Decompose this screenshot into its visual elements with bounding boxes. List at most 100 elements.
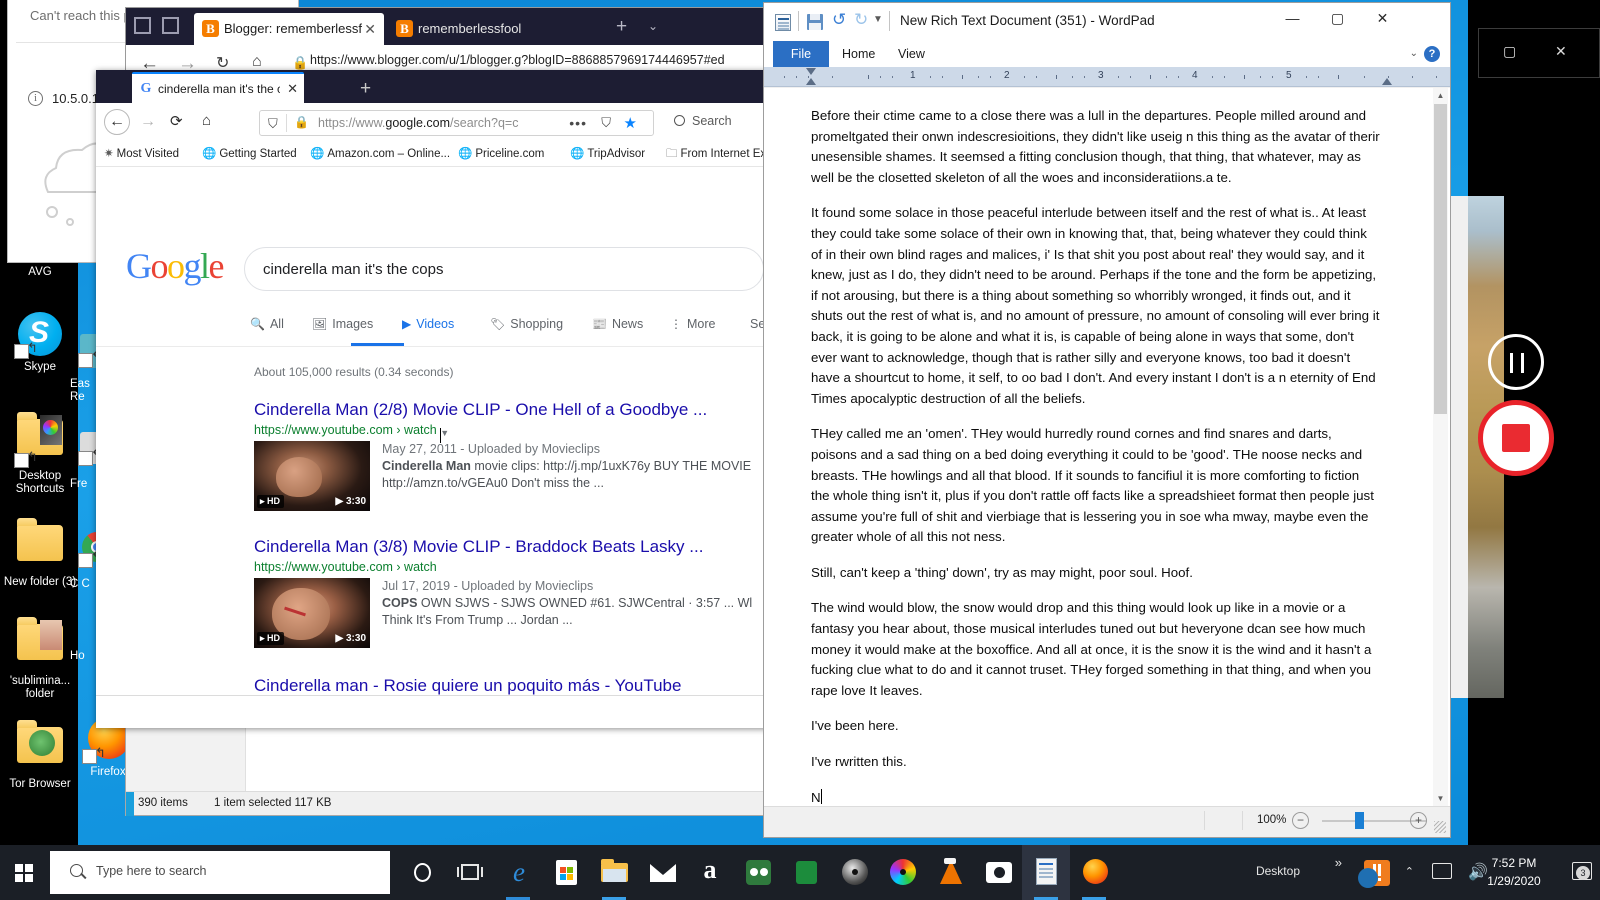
- result-title[interactable]: Cinderella man - Rosie quiere un poquito…: [254, 675, 772, 695]
- close-button[interactable]: ✕: [1555, 43, 1567, 60]
- tab-shopping[interactable]: 🏷 Shopping: [490, 317, 563, 331]
- bookmark-folder-from-ie[interactable]: 🗀 From Internet Ex: [666, 146, 766, 165]
- scrollbar-thumb[interactable]: [1434, 104, 1447, 414]
- reload-icon[interactable]: ⟳: [170, 112, 183, 130]
- close-tab-icon[interactable]: ✕: [364, 21, 376, 38]
- taskbar-microsoft-store-icon[interactable]: [542, 845, 590, 900]
- desktop-icon-desktop-shortcuts[interactable]: Desktop Shortcuts: [2, 412, 78, 496]
- forward-icon[interactable]: →: [140, 113, 156, 131]
- firefox-window[interactable]: G cinderella man it's the cops - G ✕ + ←…: [96, 70, 772, 728]
- desktop-icon-new-folder-3[interactable]: New folder (3): [2, 518, 78, 589]
- action-center-button[interactable]: 3: [1572, 862, 1594, 882]
- taskbar-vlc-icon[interactable]: [926, 845, 974, 900]
- taskbar-tripadvisor-icon[interactable]: [734, 845, 782, 900]
- new-tab-button[interactable]: +: [616, 16, 627, 38]
- help-icon[interactable]: ?: [1424, 46, 1440, 62]
- zoom-in-button[interactable]: +: [1410, 812, 1427, 829]
- page-actions-icon[interactable]: •••: [569, 115, 587, 131]
- bookmark-most-visited[interactable]: ✷ Most Visited: [104, 146, 179, 160]
- maximize-button[interactable]: ▢: [1315, 3, 1360, 33]
- taskbar-firefox-icon[interactable]: [1070, 845, 1118, 900]
- taskbar-media-player-icon[interactable]: [830, 845, 878, 900]
- taskbar-file-explorer-icon[interactable]: [590, 845, 638, 900]
- scroll-down-icon[interactable]: ▼: [1433, 791, 1448, 806]
- right-indent-marker[interactable]: [1382, 78, 1392, 85]
- start-button[interactable]: [0, 845, 50, 900]
- result-thumbnail[interactable]: ▸ HD ▶ 3:30: [254, 441, 370, 511]
- minimize-button[interactable]: —: [1270, 3, 1315, 33]
- browser-tab-rememberlessfool[interactable]: B rememberlessfool: [388, 13, 560, 45]
- taskbar-mail-icon[interactable]: [638, 845, 686, 900]
- tray-overflow-icon[interactable]: »: [1335, 855, 1342, 870]
- result-url[interactable]: https://www.youtube.com › watch: [254, 560, 772, 574]
- tray-clock[interactable]: 7:52 PM 1/29/2020: [1468, 854, 1560, 890]
- shield-icon[interactable]: ⛉: [268, 116, 278, 132]
- browser-url-text[interactable]: https://www.blogger.com/u/1/blogger.g?bl…: [310, 53, 770, 67]
- result-title[interactable]: Cinderella Man (3/8) Movie CLIP - Braddo…: [254, 536, 772, 558]
- taskbar-amazon-icon[interactable]: a: [686, 845, 734, 900]
- result-title[interactable]: Cinderella Man (2/8) Movie CLIP - One He…: [254, 399, 772, 421]
- zoom-slider-thumb[interactable]: [1355, 812, 1364, 829]
- desktop-icon-skype[interactable]: S Skype: [2, 310, 78, 374]
- hanging-indent-marker[interactable]: [806, 78, 816, 85]
- zoom-out-button[interactable]: −: [1292, 812, 1309, 829]
- pocket-icon[interactable]: ⛉: [601, 115, 611, 131]
- bookmark-tripadvisor[interactable]: 🌐 TripAdvisor: [570, 146, 645, 160]
- taskbar-camera-icon[interactable]: [974, 845, 1022, 900]
- background-black-window[interactable]: ▢ ✕: [1478, 28, 1600, 78]
- close-button[interactable]: ✕: [1360, 3, 1405, 33]
- taskbar-color-wheel-icon[interactable]: [878, 845, 926, 900]
- desktop-icon-tor-browser[interactable]: Tor Browser: [2, 720, 78, 791]
- set-aside-tabs-icon[interactable]: [162, 17, 179, 34]
- tray-avg-icon[interactable]: [1358, 860, 1390, 888]
- tab-file[interactable]: File: [773, 41, 829, 67]
- recording-pause-button[interactable]: [1488, 334, 1544, 390]
- tray-desktop-label[interactable]: Desktop: [1256, 864, 1300, 878]
- bookmark-priceline[interactable]: 🌐 Priceline.com: [458, 146, 544, 160]
- taskbar-wordpad-icon[interactable]: [1022, 845, 1070, 900]
- collapse-ribbon-icon[interactable]: ⌄: [1410, 48, 1418, 59]
- recording-stop-button[interactable]: [1478, 400, 1554, 476]
- taskbar-avg-icon[interactable]: [782, 845, 830, 900]
- bookmark-getting-started[interactable]: 🌐 Getting Started: [202, 146, 297, 160]
- result-thumbnail[interactable]: ▸ HD ▶ 3:30: [254, 578, 370, 648]
- close-tab-icon[interactable]: ✕: [287, 81, 298, 97]
- scroll-up-icon[interactable]: ▲: [1433, 88, 1448, 103]
- taskbar-cortana-icon[interactable]: [398, 845, 446, 900]
- maximize-button[interactable]: ▢: [1503, 43, 1516, 60]
- tab-videos[interactable]: ▶ Videos: [402, 317, 454, 331]
- wordpad-document-page[interactable]: Before their ctime came to a close there…: [764, 88, 1450, 806]
- tab-settings-partial[interactable]: Se: [750, 317, 765, 331]
- tray-network-icon[interactable]: [1432, 863, 1452, 879]
- firefox-new-tab-button[interactable]: +: [360, 78, 371, 100]
- firefox-address-bar[interactable]: ⛉ 🔒 https://www.google.com/search?q=c ••…: [259, 110, 654, 136]
- browser-tab-blogger[interactable]: B Blogger: rememberlessf ✕: [194, 13, 384, 45]
- tab-group-icon[interactable]: [134, 17, 151, 34]
- home-icon[interactable]: ⌂: [202, 112, 211, 129]
- wordpad-vertical-scrollbar[interactable]: ▲ ▼: [1433, 88, 1448, 806]
- tab-images[interactable]: 🖼 Images: [312, 317, 373, 331]
- taskbar-edge-icon[interactable]: e: [494, 845, 542, 900]
- tab-news[interactable]: 📰 News: [592, 317, 643, 331]
- save-icon[interactable]: [807, 14, 823, 30]
- undo-icon[interactable]: ↺: [832, 10, 846, 30]
- resize-grip-icon[interactable]: [1434, 821, 1446, 833]
- tab-list-chevron-icon[interactable]: ⌄: [648, 19, 658, 33]
- firefox-active-tab[interactable]: G cinderella man it's the cops - G ✕: [132, 72, 304, 103]
- firefox-search-bar[interactable]: Search: [668, 110, 768, 136]
- tab-home[interactable]: Home: [842, 41, 875, 67]
- customize-qat-icon[interactable]: ▼: [873, 14, 883, 25]
- bookmark-amazon[interactable]: 🌐 Amazon.com – Online...: [310, 146, 450, 160]
- tab-more[interactable]: ⋮ More: [670, 317, 715, 331]
- wordpad-title-bar[interactable]: ↺ ↻ ▼ New Rich Text Document (351) - Wor…: [764, 3, 1450, 41]
- back-icon[interactable]: ←: [104, 109, 130, 135]
- google-search-input[interactable]: cinderella man it's the cops: [244, 247, 764, 291]
- tab-all[interactable]: 🔍 All: [250, 317, 284, 331]
- wordpad-ruler[interactable]: 1 2 3 4 5: [764, 67, 1450, 87]
- wordpad-window[interactable]: ↺ ↻ ▼ New Rich Text Document (351) - Wor…: [764, 3, 1450, 837]
- google-logo[interactable]: Google: [126, 245, 225, 287]
- tray-chevron-up-icon[interactable]: ⌃: [1405, 865, 1414, 878]
- taskbar-task-view-icon[interactable]: [446, 845, 494, 900]
- redo-icon[interactable]: ↻: [854, 10, 868, 30]
- result-url[interactable]: https://www.youtube.com › watch ▼: [254, 423, 772, 443]
